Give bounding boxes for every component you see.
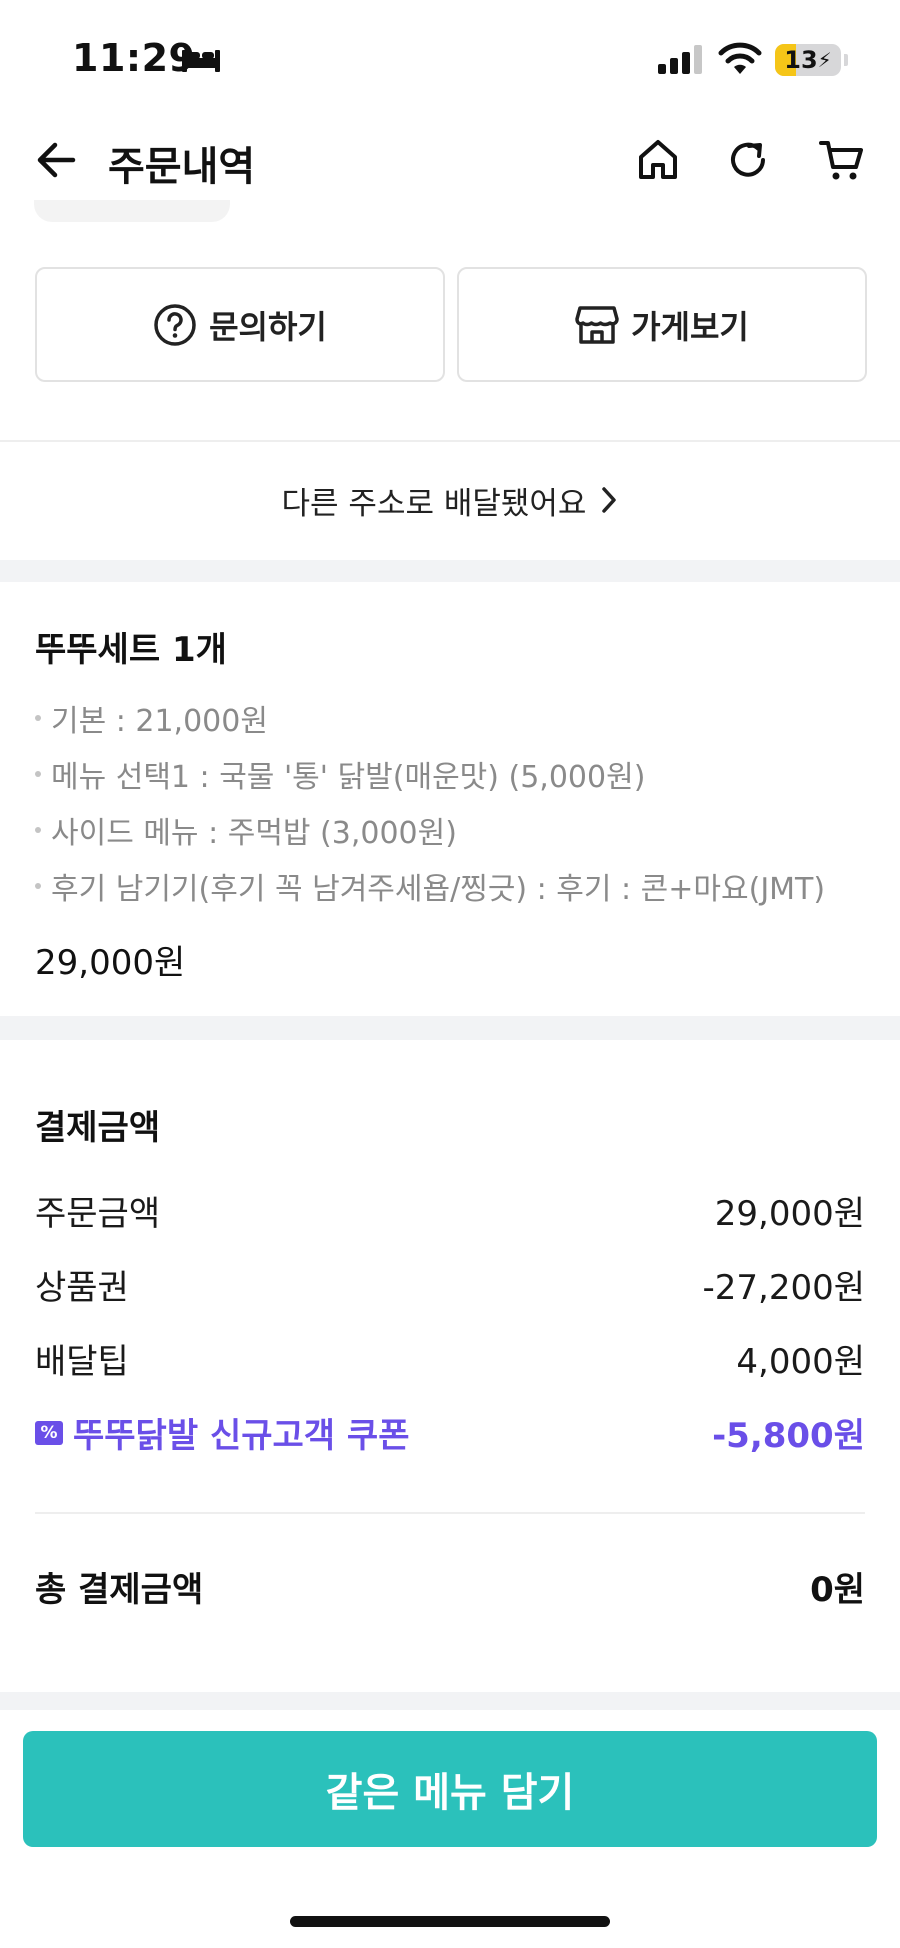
total-label: 총 결제금액 — [35, 1570, 204, 1610]
section-separator — [0, 560, 900, 582]
payment-row-label: 주문금액 — [35, 1194, 161, 1234]
coupon-label: % 뚜뚜닭발 신규고객 쿠폰 — [35, 1408, 409, 1457]
bullet — [35, 771, 41, 777]
coupon-label-text: 뚜뚜닭발 신규고객 쿠폰 — [73, 1416, 410, 1456]
refresh-icon — [731, 142, 765, 177]
back-arrow-icon — [37, 142, 76, 178]
wifi-icon — [718, 42, 762, 74]
chevron-right-icon — [602, 487, 617, 513]
payment-row-order-amount: 주문금액 29,000원 — [35, 1186, 865, 1235]
order-item-title: 뚜뚜세트 1개 — [35, 630, 227, 670]
home-indicator — [290, 1916, 610, 1927]
total-value: 0원 — [810, 1570, 865, 1610]
refresh-button[interactable] — [720, 132, 776, 188]
address-notice-text: 다른 주소로 배달됐어요 — [281, 485, 587, 522]
payment-total-row: 총 결제금액 0원 — [35, 1562, 865, 1611]
payment-row-label: 상품권 — [35, 1268, 129, 1308]
bullet — [35, 883, 41, 889]
home-button[interactable] — [630, 132, 686, 188]
battery-indicator: 13 ⚡ — [775, 44, 841, 76]
status-bar: 11:29 13 ⚡ — [0, 0, 900, 110]
address-notice-link[interactable]: 다른 주소로 배달됐어요 — [0, 470, 900, 530]
battery-cap — [844, 54, 848, 66]
coupon-icon: % — [35, 1420, 63, 1445]
battery-level: 13 ⚡ — [784, 46, 832, 74]
payment-row-delivery-tip: 배달팁 4,000원 — [35, 1334, 865, 1383]
cart-icon — [819, 141, 863, 180]
coupon-value: -5,800원 — [712, 1416, 865, 1456]
payment-row-gift-card: 상품권 -27,200원 — [35, 1260, 865, 1309]
bullet — [35, 715, 41, 721]
cart-button[interactable] — [814, 132, 870, 188]
order-option-item: 기본 : 21,000원 — [35, 690, 875, 746]
bullet — [35, 827, 41, 833]
scrolled-content-peek — [34, 200, 230, 222]
home-icon — [639, 140, 677, 179]
back-button[interactable] — [30, 134, 82, 186]
order-option-item: 후기 남기기(후기 꼭 남겨주세욥/찡긋) : 후기 : 콘+마요(JMT) — [35, 858, 875, 914]
section-separator — [0, 1692, 900, 1710]
header: 주문내역 — [0, 110, 900, 210]
view-store-label: 가게보기 — [631, 307, 749, 346]
payment-row-label: 배달팁 — [35, 1342, 129, 1382]
order-option-list: 기본 : 21,000원 메뉴 선택1 : 국물 '통' 닭발(매운맛) (5,… — [35, 690, 875, 914]
status-time: 11:29 — [72, 36, 196, 80]
payment-row-value: -27,200원 — [702, 1268, 865, 1308]
question-circle-icon — [154, 303, 196, 346]
divider — [35, 1512, 865, 1514]
section-separator — [0, 1016, 900, 1040]
inquiry-label: 문의하기 — [209, 307, 327, 346]
view-store-button[interactable]: 가게보기 — [457, 267, 867, 382]
sleep-focus-icon — [182, 50, 220, 72]
page-title: 주문내역 — [108, 144, 256, 190]
store-icon — [575, 305, 619, 344]
add-same-menu-button[interactable]: 같은 메뉴 담기 — [23, 1731, 877, 1847]
menu-price: 29,000원 — [35, 943, 186, 983]
order-option-item: 사이드 메뉴 : 주먹밥 (3,000원) — [35, 802, 875, 858]
order-option-item: 메뉴 선택1 : 국물 '통' 닭발(매운맛) (5,000원) — [35, 746, 875, 802]
payment-title: 결제금액 — [35, 1108, 161, 1148]
payment-row-coupon: % 뚜뚜닭발 신규고객 쿠폰 -5,800원 — [35, 1408, 865, 1457]
payment-row-value: 4,000원 — [736, 1342, 865, 1382]
divider — [0, 440, 900, 442]
inquiry-button[interactable]: 문의하기 — [35, 267, 445, 382]
cellular-signal-icon — [658, 45, 702, 74]
payment-row-value: 29,000원 — [714, 1194, 865, 1234]
